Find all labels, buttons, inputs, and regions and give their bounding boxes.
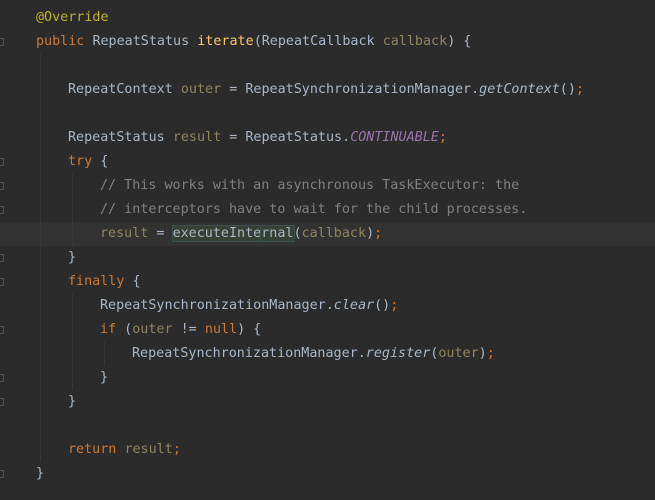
code-token: outer [132,322,173,337]
code-token: = [148,226,173,241]
code-line[interactable]: RepeatSynchronizationManager.clear(); [0,294,655,318]
code-token: ) [478,346,487,361]
code-line-text: RepeatSynchronizationManager.clear(); [100,294,398,318]
code-token: ( [116,322,133,337]
code-token: register [365,346,431,361]
code-line-text: finally { [68,270,141,294]
code-line-text: // interceptors have to wait for the chi… [100,198,527,222]
code-line-text: RepeatSynchronizationManager.register(ou… [132,342,495,366]
code-line-text: @Override [36,6,109,30]
code-editor[interactable]: @Override public RepeatStatus iterate(Rep… [0,0,655,500]
code-line[interactable]: finally { [0,270,655,294]
code-line-text: if (outer != null) { [100,318,261,342]
code-token: ) [366,226,375,241]
code-token: ; [390,298,399,313]
indent-guide [72,294,73,390]
code-line[interactable] [0,102,655,126]
code-token: () [374,298,391,313]
code-line-text: } [100,366,108,390]
code-token: public [36,34,93,49]
code-token: RepeatSynchronizationManager. [132,346,366,361]
code-token: finally [68,274,125,289]
code-token: () [559,82,576,97]
code-token: ; [486,346,495,361]
code-token: // interceptors have to wait for the chi… [100,202,528,217]
code-token: ; [575,82,584,97]
indent-guide [40,54,41,462]
code-line[interactable]: // interceptors have to wait for the chi… [0,198,655,222]
indent-guide [72,174,73,246]
code-line[interactable]: @Override [0,6,655,30]
code-token: clear [333,298,375,313]
code-line[interactable]: } [0,246,655,270]
code-token: } [100,370,109,385]
code-token: if [100,322,117,337]
code-token: result [172,130,222,145]
code-line-text: } [68,246,76,270]
code-line-text: try { [68,150,108,174]
code-line[interactable]: try { [0,150,655,174]
code-line[interactable]: if (outer != null) { [0,318,655,342]
code-line[interactable]: } [0,366,655,390]
code-line-text: } [68,390,76,414]
code-token: ; [172,442,181,457]
indent-guide [104,342,105,366]
code-token: = RepeatSynchronizationManager. [221,82,480,97]
code-line-text: public RepeatStatus iterate(RepeatCallba… [36,30,471,54]
code-token: outer [438,346,479,361]
code-line[interactable]: // This works with an asynchronous TaskE… [0,174,655,198]
code-token: return [68,442,125,457]
code-line[interactable]: public RepeatStatus iterate(RepeatCallba… [0,30,655,54]
code-token: rnal [261,226,294,241]
code-token: ; [438,130,447,145]
code-token: callback [382,34,448,49]
code-line[interactable]: } [0,462,655,486]
code-token: { [92,154,109,169]
code-token: } [68,250,77,265]
code-line-text: // This works with an asynchronous TaskE… [100,174,519,198]
code-line[interactable]: RepeatSynchronizationManager.register(ou… [0,342,655,366]
code-line-text: result = executeInternal(callback); [100,222,382,246]
code-token: CONTINUABLE [350,130,439,145]
code-line[interactable]: RepeatStatus result = RepeatStatus.CONTI… [0,126,655,150]
code-token: null [204,322,238,337]
code-token: result [100,226,149,241]
code-token: outer [180,82,222,97]
code-token: ) { [447,34,472,49]
code-token: @Override [36,10,109,25]
code-line[interactable]: return result; [0,438,655,462]
code-token: RepeatStatus [68,130,173,145]
code-line[interactable]: result = executeInternal(callback); [0,222,655,246]
code-token: getContext [479,82,560,97]
code-line-text: RepeatContext outer = RepeatSynchronizat… [68,78,584,102]
code-line[interactable] [0,54,655,78]
code-token: try [68,154,93,169]
code-token: RepeatSynchronizationManager. [100,298,334,313]
code-token: RepeatStatus [92,34,198,49]
code-token: executeInte [172,226,262,241]
code-line[interactable]: } [0,390,655,414]
code-token: = RepeatStatus. [221,130,351,145]
code-line[interactable] [0,414,655,438]
code-token: callback [301,226,367,241]
code-line-text: } [36,462,44,486]
code-token: } [36,466,45,481]
code-token: result [124,442,173,457]
code-token: != [172,322,205,337]
code-token: ) { [237,322,262,337]
code-token: ( [293,226,302,241]
code-token: // This works with an asynchronous TaskE… [100,178,520,193]
code-line-text: RepeatStatus result = RepeatStatus.CONTI… [68,126,447,150]
code-token: ; [374,226,383,241]
code-token: (RepeatCallback [253,34,383,49]
code-token: } [68,394,77,409]
code-token: iterate [197,34,254,49]
code-token: { [124,274,141,289]
code-line-text: return result; [68,438,181,462]
code-line[interactable]: RepeatContext outer = RepeatSynchronizat… [0,78,655,102]
code-token: RepeatContext [68,82,181,97]
